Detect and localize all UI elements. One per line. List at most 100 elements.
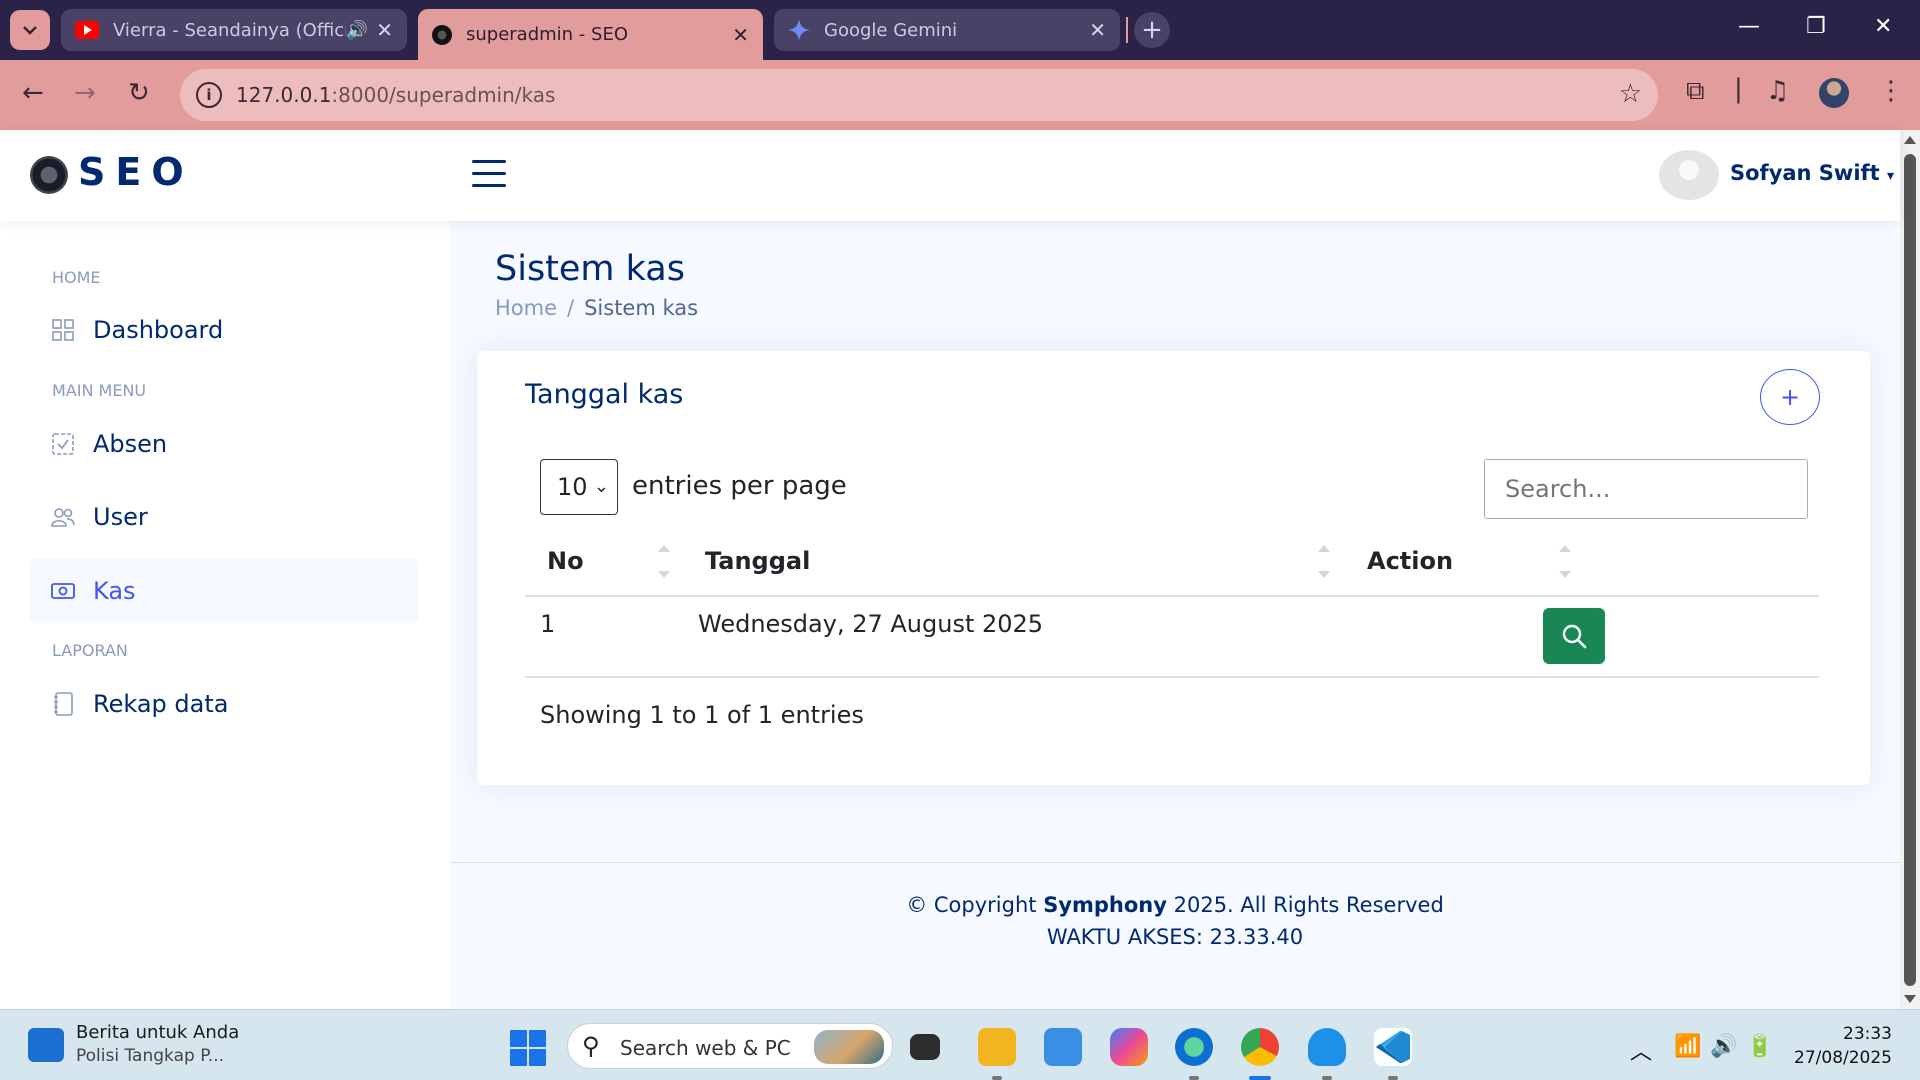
entries-per-page-label: entries per page [632, 471, 847, 501]
youtube-icon [75, 21, 99, 39]
sort-icon[interactable] [1559, 545, 1571, 579]
control-panel-icon[interactable] [1044, 1028, 1082, 1066]
speaker-icon[interactable]: 🔊 [346, 20, 368, 41]
clock-time: 23:33 [1843, 1024, 1892, 1044]
new-tab-button[interactable]: + [1134, 12, 1170, 48]
browser-tab-bar: Vierra - Seandainya (Officia 🔊 ✕ superad… [0, 0, 1920, 60]
sidebar-item-label: Rekap data [93, 689, 229, 718]
close-tab-icon[interactable]: ✕ [1089, 18, 1106, 42]
sidebar-item-user[interactable]: User [29, 484, 419, 549]
logo-icon[interactable] [30, 156, 68, 194]
url-text[interactable]: 127.0.0.1:8000/superadmin/kas [236, 83, 555, 107]
entries-per-page-select[interactable]: 10 ⌄ [540, 459, 618, 515]
add-kas-button[interactable]: + [1760, 369, 1820, 425]
sidebar-item-label: Dashboard [93, 315, 224, 344]
wifi-icon[interactable]: 📶 [1674, 1034, 1701, 1059]
news-widget-subtitle[interactable]: Polisi Tangkap P... [76, 1046, 224, 1066]
back-icon[interactable]: ← [22, 78, 44, 108]
media-control-icon[interactable]: ♫ [1766, 76, 1789, 106]
chrome-icon[interactable] [1241, 1028, 1279, 1080]
footer-divider [450, 862, 1900, 863]
table-info: Showing 1 to 1 of 1 entries [540, 701, 864, 729]
kas-card: Tanggal kas + 10 ⌄ entries per page No T… [477, 351, 1870, 785]
people-icon [51, 505, 75, 529]
minimize-icon[interactable]: — [1738, 14, 1760, 39]
mysql-workbench-icon[interactable] [1308, 1028, 1346, 1080]
column-header-no[interactable]: No [547, 547, 584, 575]
page-title: Sistem kas [495, 249, 685, 289]
scroll-down-arrow[interactable] [1904, 995, 1916, 1003]
table-header-divider [525, 595, 1819, 597]
browser-tab-youtube[interactable]: Vierra - Seandainya (Officia 🔊 ✕ [61, 9, 407, 51]
browser-tab-gemini[interactable]: Google Gemini ✕ [774, 9, 1120, 51]
task-view-icon[interactable] [910, 1034, 940, 1060]
table-bottom-divider [525, 676, 1819, 678]
scroll-thumb[interactable] [1904, 154, 1916, 986]
close-tab-icon[interactable]: ✕ [376, 18, 393, 42]
edge-icon[interactable] [1175, 1028, 1213, 1080]
tab-search-button[interactable] [10, 10, 50, 50]
bookmark-star-icon[interactable]: ☆ [1619, 79, 1642, 109]
breadcrumb-home-link[interactable]: Home [495, 296, 557, 320]
browser-toolbar: ← → ↻ i 127.0.0.1:8000/superadmin/kas ☆ … [0, 60, 1920, 130]
forward-icon[interactable]: → [74, 78, 96, 108]
reload-icon[interactable]: ↻ [128, 78, 150, 108]
search-input[interactable] [1484, 459, 1808, 519]
gemini-icon [788, 19, 810, 41]
sidebar-item-absen[interactable]: Absen [29, 411, 419, 476]
tab-title: Vierra - Seandainya (Officia [113, 19, 346, 41]
sidebar-item-label: User [93, 502, 148, 531]
tab-title: Google Gemini [824, 19, 958, 41]
close-tab-icon[interactable]: ✕ [732, 23, 749, 47]
vscode-icon[interactable] [1374, 1028, 1412, 1080]
access-time: WAKTU AKSES: 23.33.40 [1046, 925, 1304, 949]
close-window-icon[interactable]: ✕ [1874, 14, 1892, 39]
column-header-tanggal[interactable]: Tanggal [705, 547, 810, 575]
cash-icon [51, 579, 75, 603]
site-info-icon[interactable]: i [196, 82, 222, 108]
browser-profile-avatar[interactable] [1819, 78, 1849, 108]
sidebar-item-kas[interactable]: Kas [29, 558, 419, 623]
system-clock[interactable]: 23:33 27/08/2025 [1792, 1022, 1892, 1070]
tab-separator [1126, 17, 1128, 43]
page-scrollbar[interactable] [1900, 130, 1920, 1009]
sidebar-heading: HOME [52, 268, 101, 287]
sidebar-item-label: Kas [93, 576, 136, 605]
news-widget-title[interactable]: Berita untuk Anda [76, 1022, 239, 1043]
sidebar-item-rekap-data[interactable]: Rekap data [29, 671, 419, 736]
sort-icon[interactable] [658, 545, 670, 579]
windows-taskbar: Berita untuk Anda Polisi Tangkap P... ⚲ … [0, 1009, 1920, 1080]
taskbar-search-text: Search web & PC [620, 1036, 791, 1060]
volume-icon[interactable]: 🔊 [1710, 1034, 1737, 1059]
avatar[interactable] [1659, 150, 1719, 200]
copilot-icon[interactable] [1110, 1028, 1148, 1066]
address-bar[interactable]: i 127.0.0.1:8000/superadmin/kas ☆ [180, 69, 1658, 121]
caret-down-icon: ▾ [1887, 168, 1895, 184]
entries-per-page-value: 10 [557, 473, 588, 501]
search-icon: ⚲ [582, 1032, 600, 1060]
sidebar-heading: MAIN MENU [52, 381, 147, 400]
sidebar-item-dashboard[interactable]: Dashboard [29, 297, 419, 362]
restore-icon[interactable]: ❐ [1806, 14, 1826, 39]
tray-overflow-icon[interactable]: ︿ [1630, 1034, 1652, 1066]
card-title: Tanggal kas [525, 379, 684, 410]
taskbar-search[interactable]: ⚲ Search web & PC [567, 1023, 893, 1069]
site-icon [432, 24, 452, 45]
browser-menu-icon[interactable]: ⋮ [1878, 76, 1904, 106]
toggle-sidebar-icon[interactable] [472, 160, 506, 190]
browser-tab-active[interactable]: superadmin - SEO ✕ [418, 9, 763, 60]
news-widget-icon[interactable] [28, 1028, 64, 1062]
file-explorer-icon[interactable] [978, 1028, 1016, 1080]
cell-tanggal: Wednesday, 27 August 2025 [698, 610, 1044, 638]
sidebar-heading: LAPORAN [52, 641, 128, 660]
scroll-up-arrow[interactable] [1904, 136, 1916, 144]
column-header-action[interactable]: Action [1367, 547, 1453, 575]
breadcrumb: Home / Sistem kas [495, 296, 698, 320]
extensions-icon[interactable]: ⧉ [1686, 76, 1705, 107]
sort-icon[interactable] [1318, 545, 1330, 579]
view-detail-button[interactable] [1543, 608, 1605, 664]
windows-start-icon[interactable] [510, 1030, 546, 1066]
battery-icon[interactable]: 🔋 [1746, 1034, 1773, 1059]
logo-text[interactable]: SEO [78, 150, 194, 194]
profile-dropdown[interactable]: Sofyan Swift ▾ [1730, 161, 1894, 185]
